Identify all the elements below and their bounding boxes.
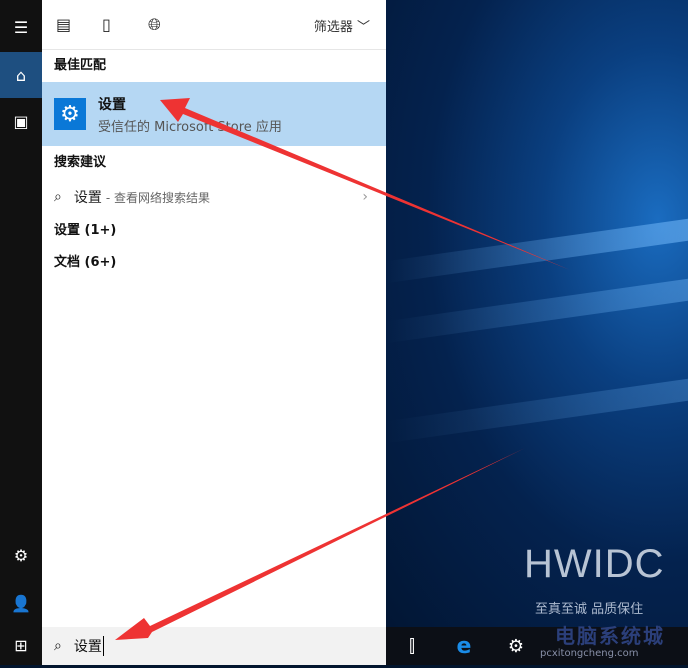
document-icon[interactable]: ▯: [102, 15, 148, 34]
settings-app-icon: ⚙: [54, 98, 86, 130]
home-icon[interactable]: ⌂: [0, 52, 42, 98]
light-beam: [386, 218, 688, 284]
suggestion-text: 设置: [73, 190, 102, 206]
panel-header: ▤ ▯ 🌐︎ 筛选器 ﹀: [42, 0, 386, 50]
watermark-url: pcxitongcheng.com: [540, 648, 639, 659]
globe-icon[interactable]: 🌐︎: [148, 15, 194, 35]
settings-icon[interactable]: ⚙: [490, 636, 542, 657]
search-results-panel: ▤ ▯ 🌐︎ 筛选器 ﹀ 最佳匹配 ⚙ 设置 受信任的 Microsoft St…: [42, 0, 386, 627]
desktop-background: [386, 0, 688, 627]
settings-icon[interactable]: ⚙: [0, 532, 42, 578]
edge-icon[interactable]: e: [438, 634, 490, 659]
menu-icon[interactable]: ☰: [0, 4, 42, 50]
group-settings[interactable]: 设置 (1+): [42, 215, 386, 247]
task-view-icon[interactable]: ⫿: [386, 636, 438, 657]
best-match-subtitle: 受信任的 Microsoft Store 应用: [98, 119, 282, 135]
notebook-icon[interactable]: ▣: [0, 98, 42, 144]
chevron-down-icon: ﹀: [356, 20, 370, 35]
search-box[interactable]: ⌕ 设置: [42, 627, 386, 665]
light-beam: [386, 378, 688, 444]
web-suggestion-item[interactable]: ⌕ 设置 - 查看网络搜索结果 ›: [42, 179, 386, 215]
filter-label: 筛选器: [313, 20, 353, 35]
best-match-heading: 最佳匹配: [54, 58, 107, 73]
start-sidebar: ☰ ⌂ ▣ ⚙ 👤 ⊞: [0, 0, 42, 665]
suggestion-subtext: - 查看网络搜索结果: [105, 190, 210, 205]
suggestions-heading: 搜索建议: [54, 155, 107, 170]
search-icon: ⌕: [54, 189, 62, 205]
search-input[interactable]: 设置: [74, 636, 104, 656]
watermark-slogan: 至真至诚 品质保住: [535, 602, 644, 617]
chevron-right-icon[interactable]: ›: [362, 189, 368, 205]
light-beam: [386, 278, 688, 344]
windows-start-icon[interactable]: ⊞: [0, 622, 42, 668]
watermark-brand: HWIDC: [524, 542, 665, 586]
watermark-site: 电脑系统城: [555, 624, 665, 648]
best-match-item[interactable]: ⚙ 设置 受信任的 Microsoft Store 应用: [42, 82, 386, 146]
search-icon: ⌕: [54, 638, 62, 654]
group-documents[interactable]: 文档 (6+): [42, 247, 386, 279]
user-icon[interactable]: 👤: [0, 580, 42, 626]
best-match-title: 设置: [98, 96, 126, 113]
filter-button[interactable]: 筛选器 ﹀: [314, 16, 370, 35]
news-icon[interactable]: ▤: [56, 15, 102, 34]
